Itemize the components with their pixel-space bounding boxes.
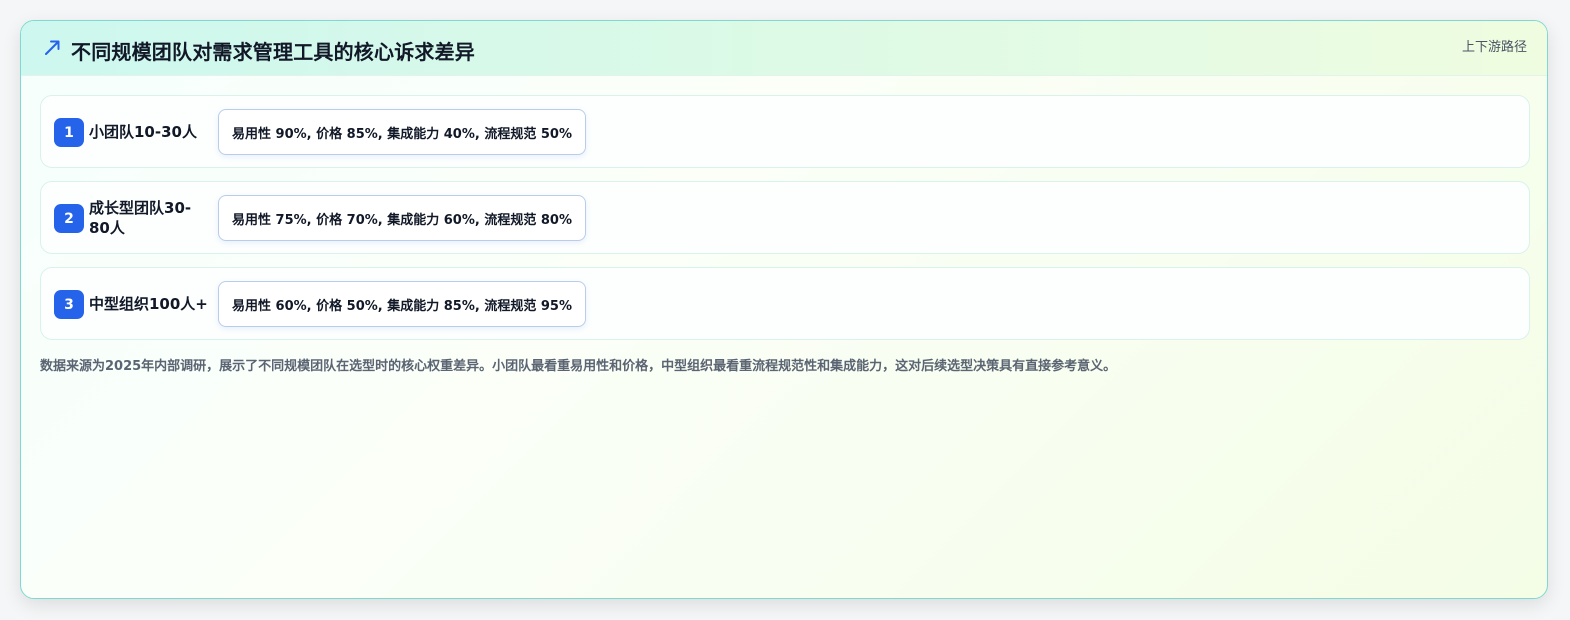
trend-arrow-icon (43, 37, 63, 57)
row-number-badge: 3 (54, 290, 84, 319)
team-row: 3 中型组织100人+ 易用性 60%, 价格 50%, 集成能力 85%, 流… (40, 267, 1530, 340)
path-tag: 上下游路径 (1461, 40, 1527, 55)
row-number-badge: 2 (54, 204, 84, 233)
team-row: 1 小团队10-30人 易用性 90%, 价格 85%, 集成能力 40%, 流… (40, 95, 1530, 168)
team-size-label: 小团队10-30人 (89, 122, 197, 141)
row-number-badge: 1 (54, 118, 84, 147)
diagram-card: 不同规模团队对需求管理工具的核心诉求差异 上下游路径 1 小团队10-30人 易… (20, 20, 1548, 599)
team-row: 2 成长型团队30-80人 易用性 75%, 价格 70%, 集成能力 60%,… (40, 181, 1530, 254)
weight-stats: 易用性 60%, 价格 50%, 集成能力 85%, 流程规范 95% (218, 281, 586, 327)
team-size-label: 中型组织100人+ (89, 294, 208, 313)
team-rows: 1 小团队10-30人 易用性 90%, 价格 85%, 集成能力 40%, 流… (40, 95, 1530, 353)
weight-stats: 易用性 90%, 价格 85%, 集成能力 40%, 流程规范 50% (218, 109, 586, 155)
source-note: 数据来源为2025年内部调研，展示了不同规模团队在选型时的核心权重差异。小团队最… (40, 359, 1117, 374)
card-header: 不同规模团队对需求管理工具的核心诉求差异 上下游路径 (21, 21, 1547, 76)
team-size-label: 成长型团队30-80人 (89, 198, 192, 237)
card-title: 不同规模团队对需求管理工具的核心诉求差异 (71, 40, 475, 64)
weight-stats: 易用性 75%, 价格 70%, 集成能力 60%, 流程规范 80% (218, 195, 586, 241)
